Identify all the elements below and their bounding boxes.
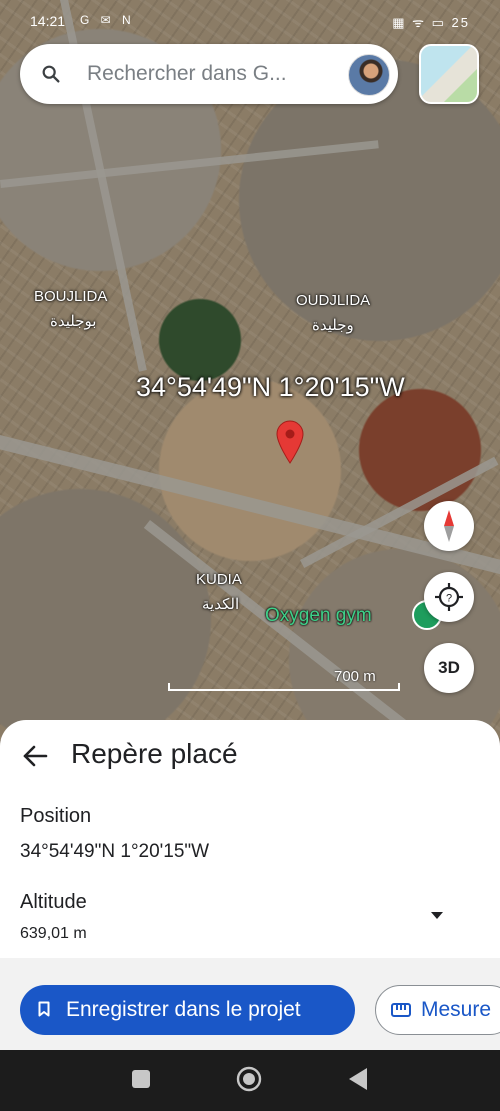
scale-label: 700 m (334, 668, 376, 685)
back-arrow-icon[interactable] (22, 745, 48, 767)
my-location-button[interactable]: ? (424, 572, 474, 622)
location-target-icon: ? (435, 583, 463, 611)
save-to-project-label: Enregistrer dans le projet (66, 998, 301, 1021)
place-label-oudjlida: OUDJLIDA (296, 292, 371, 309)
position-label: Position (20, 805, 92, 827)
status-bar: 14:21 G ✉ N ▦ ᯤ ▭ 25 (0, 0, 500, 40)
chevron-down-icon[interactable] (431, 912, 443, 919)
place-label-boujlida-arabic: بوجليدة (50, 313, 97, 330)
coordinates-overlay: 34°54'49"N 1°20'15"W (136, 372, 405, 402)
place-label-kudia-arabic: الكدية (202, 596, 240, 613)
avatar[interactable] (348, 54, 390, 96)
measure-label: Mesure (421, 998, 492, 1021)
notification-icons: G ✉ N (80, 13, 135, 27)
location-pin-icon[interactable] (276, 420, 304, 464)
save-to-project-button[interactable]: Enregistrer dans le projet (20, 985, 355, 1035)
search-icon (42, 65, 60, 83)
status-time: 14:21 (30, 13, 66, 29)
altitude-value: 639,01 m (20, 925, 87, 942)
sheet-title: Repère placé (71, 738, 238, 769)
search-placeholder: Rechercher dans G... (87, 62, 287, 85)
nav-back-icon[interactable] (349, 1068, 367, 1090)
altitude-label: Altitude (20, 891, 87, 913)
place-label-boujlida: BOUJLIDA (34, 288, 108, 305)
position-value: 34°54'49"N 1°20'15"W (20, 841, 210, 862)
place-label-oudjlida-arabic: وجليدة (312, 317, 354, 334)
3d-toggle-button[interactable]: 3D (424, 643, 474, 693)
ruler-icon (391, 1003, 411, 1017)
search-bar[interactable]: Rechercher dans G... (20, 44, 398, 104)
poi-label[interactable]: Oxygen gym (265, 605, 372, 627)
recents-icon[interactable] (132, 1070, 150, 1088)
measure-button[interactable]: Mesure (375, 985, 500, 1035)
bookmark-icon (38, 1001, 50, 1017)
place-label-kudia: KUDIA (196, 571, 242, 588)
home-icon[interactable] (236, 1066, 262, 1092)
compass-icon (444, 510, 454, 542)
road (0, 140, 379, 188)
status-right-icons: ▦ ᯤ ▭ 25 (392, 15, 470, 30)
map-style-thumbnail[interactable] (419, 44, 479, 104)
compass-button[interactable] (424, 501, 474, 551)
svg-text:?: ? (446, 593, 452, 605)
